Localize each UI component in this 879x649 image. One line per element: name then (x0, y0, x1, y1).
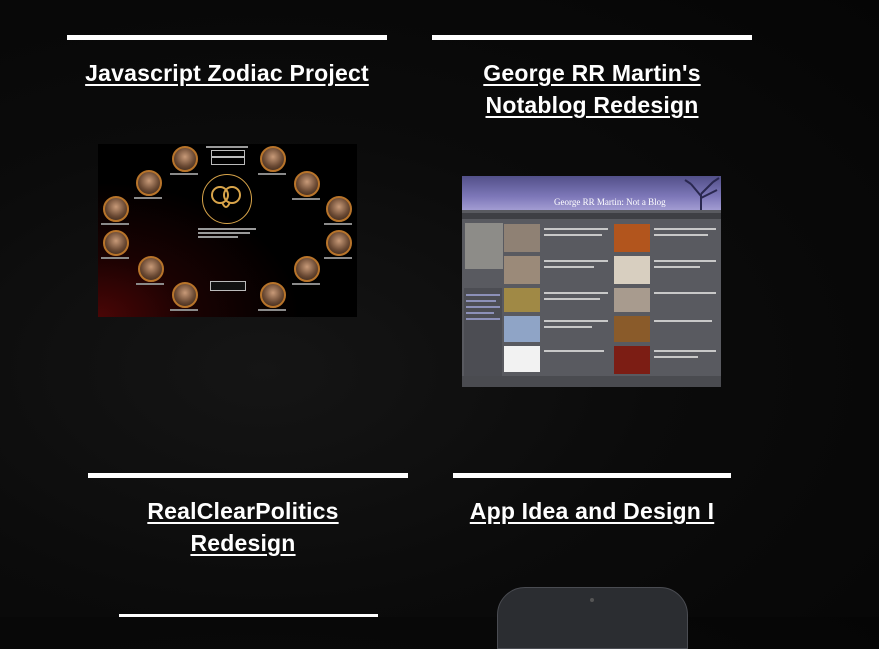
wheel-of-time-icon (211, 186, 241, 208)
post-text (654, 266, 700, 268)
post-text (654, 228, 716, 230)
post-image (614, 256, 650, 284)
title-line: Javascript Zodiac Project (85, 60, 369, 86)
post-text (654, 320, 712, 322)
submit-button (211, 157, 245, 165)
post-image (614, 316, 650, 342)
post-text (544, 266, 594, 268)
post-text (544, 298, 600, 300)
phone-mockup-thumbnail[interactable] (497, 587, 688, 649)
title-line: George RR Martin's (483, 60, 701, 86)
post-text (544, 260, 608, 262)
post-text (544, 320, 608, 322)
divider-rule (67, 35, 387, 40)
post-text (544, 350, 604, 352)
avatar (260, 146, 286, 172)
post-image (504, 224, 540, 252)
avatar (326, 230, 352, 256)
site-nav (462, 213, 721, 219)
post-image (614, 346, 650, 374)
welcome-text (198, 236, 238, 238)
project-title-app-idea[interactable]: App Idea and Design I (453, 495, 731, 527)
avatar (172, 146, 198, 172)
post-text (654, 234, 708, 236)
post-image (614, 224, 650, 252)
post-text (544, 326, 592, 328)
project-title-realclearpolitics[interactable]: RealClearPolitics Redesign (88, 495, 398, 559)
divider-rule (453, 473, 731, 478)
caption (101, 257, 129, 259)
post-text (654, 292, 716, 294)
post-text (544, 234, 602, 236)
post-image (504, 256, 540, 284)
post-image (504, 288, 540, 312)
post-text (654, 260, 716, 262)
avatar (103, 196, 129, 222)
avatar (294, 171, 320, 197)
post-text (544, 228, 608, 230)
welcome-text (198, 232, 250, 234)
footer-bar (462, 376, 721, 387)
sidebar-text (466, 306, 500, 308)
title-line: RealClearPolitics (147, 498, 339, 524)
avatar (260, 282, 286, 308)
sidebar-text (466, 312, 494, 314)
grrm-notablog-thumbnail[interactable]: George RR Martin: Not a Blog (462, 176, 721, 387)
birthday-prompt (206, 146, 248, 148)
divider-rule (432, 35, 752, 40)
sidebar-text (466, 300, 496, 302)
phone-camera-icon (590, 598, 594, 602)
post-image (504, 346, 540, 372)
avatar (103, 230, 129, 256)
caption (170, 309, 198, 311)
title-line: Redesign (190, 530, 296, 556)
caption (258, 309, 286, 311)
caption (170, 173, 198, 175)
project-title-grrm[interactable]: George RR Martin's Notablog Redesign (432, 57, 752, 121)
divider-rule (88, 473, 408, 478)
avatar (136, 170, 162, 196)
post-text (544, 292, 608, 294)
site-title: George RR Martin: Not a Blog (554, 197, 666, 207)
sidebar-text (466, 294, 500, 296)
project-title-zodiac[interactable]: Javascript Zodiac Project (67, 57, 387, 89)
help-button (210, 281, 246, 291)
zodiac-project-thumbnail[interactable] (98, 144, 357, 317)
caption (324, 257, 352, 259)
post-text (654, 350, 716, 352)
caption (136, 283, 164, 285)
avatar (294, 256, 320, 282)
caption (292, 198, 320, 200)
sidebar-text (466, 318, 500, 320)
avatar (326, 196, 352, 222)
post-image (614, 288, 650, 312)
welcome-text (198, 228, 256, 230)
caption (292, 283, 320, 285)
title-line: Notablog Redesign (485, 92, 699, 118)
caption (258, 173, 286, 175)
avatar (172, 282, 198, 308)
post-text (654, 356, 698, 358)
post-image (504, 316, 540, 342)
caption (324, 223, 352, 225)
photo (465, 223, 503, 269)
caption (134, 197, 162, 199)
caption (101, 223, 129, 225)
tree-icon (684, 177, 720, 210)
avatar (138, 256, 164, 282)
title-line: App Idea and Design I (469, 498, 715, 524)
birthday-input (211, 150, 245, 157)
